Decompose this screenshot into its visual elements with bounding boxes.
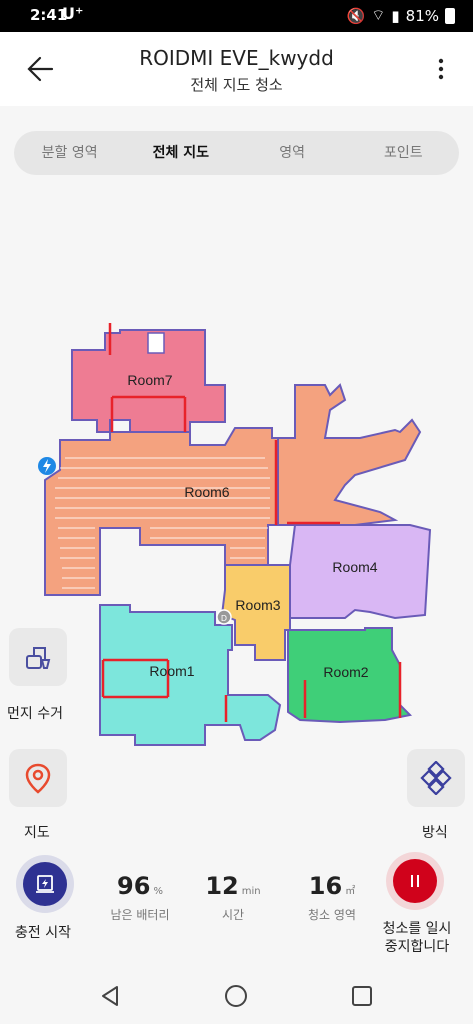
area-value: 16 [308,872,343,900]
mode-tabs: 분할 영역 전체 지도 영역 포인트 [14,131,459,175]
pause-label: 청소를 일시 중지합니다 [372,920,462,956]
map-button[interactable] [9,749,67,807]
charging-dock-icon[interactable] [38,457,56,475]
time-stat: 12 min 시간 [198,872,268,923]
area-label: 청소 영역 [308,908,356,922]
robot-position-icon: D [216,609,232,625]
system-nav-bar [0,968,473,1024]
page-subtitle: 전체 지도 청소 [190,76,283,94]
location-pin-icon [25,763,51,794]
svg-text:D: D [221,614,227,623]
room3-label: Room3 [235,597,280,613]
pause-button[interactable] [386,852,444,910]
time-unit: min [241,886,261,897]
area-stat: 16 ㎡ 청소 영역 [292,872,372,923]
bottom-panel: 충전 시작 96% 남은 배터리 12 min 시간 16 ㎡ 청소 영역 청소를 … [0,850,473,968]
pause-label-line2: 중지합니다 [384,939,450,955]
carrier-label: U⁺ [62,4,84,23]
page-title: ROIDMI EVE_kwydd [139,46,334,70]
battery-icon [445,7,455,24]
mode-button[interactable] [407,749,465,807]
mode-pattern-icon [420,761,452,795]
tab-point[interactable]: 포인트 [348,131,459,175]
wifi-icon: ⌔ [371,6,386,24]
charge-station-icon [36,875,54,893]
mode-label: 방식 [422,825,448,841]
mute-icon: 🔇 [346,6,366,25]
battery-label: 남은 배터리 [110,908,170,922]
tab-split-area[interactable]: 분할 영역 [14,131,125,175]
more-vertical-icon [438,58,444,80]
room1-label: Room1 [149,663,194,679]
room6-label: Room6 [184,484,229,500]
tab-zone[interactable]: 영역 [237,131,348,175]
dust-collector-icon [26,647,51,669]
pause-button-inner [393,859,437,903]
status-right: 🔇 ⌔ ▮ 81% [347,6,455,25]
area-unit: ㎡ [345,886,356,897]
room6-wing [277,383,422,526]
charge-button[interactable] [16,855,74,913]
pause-label-line1: 청소를 일시 [382,921,452,937]
room7-label: Room7 [127,372,172,388]
room7-obstacle [147,332,165,354]
header: ROIDMI EVE_kwydd 전체 지도 청소 [0,32,473,106]
nav-back-icon[interactable] [98,984,122,1008]
battery-value: 96 [117,872,151,900]
battery-percent: 81% [405,6,439,25]
nav-recents-icon[interactable] [350,984,374,1008]
battery-unit: % [153,886,163,897]
time-label: 시간 [221,908,245,922]
tab-full-map[interactable]: 전체 지도 [125,131,236,175]
cleaning-map[interactable]: Room7 Room6 Room4 Room3 Room1 Room2 D [0,300,473,760]
signal-icon: ▮ [391,6,400,25]
dust-collect-label: 먼지 수거 [7,706,63,722]
battery-stat: 96% 남은 배터리 [105,872,175,923]
time-value: 12 [205,872,239,900]
map-label: 지도 [24,825,50,841]
dust-collect-button[interactable] [9,628,67,686]
pause-icon [411,875,419,887]
room2-label: Room2 [323,664,368,680]
charge-button-inner [23,862,67,906]
status-bar: 2:41 U⁺ 🔇 ⌔ ▮ 81% [0,0,473,32]
charge-label: 충전 시작 [15,925,71,941]
nav-home-icon[interactable] [224,984,248,1008]
more-menu-button[interactable] [429,54,453,84]
room4-label: Room4 [332,559,377,575]
